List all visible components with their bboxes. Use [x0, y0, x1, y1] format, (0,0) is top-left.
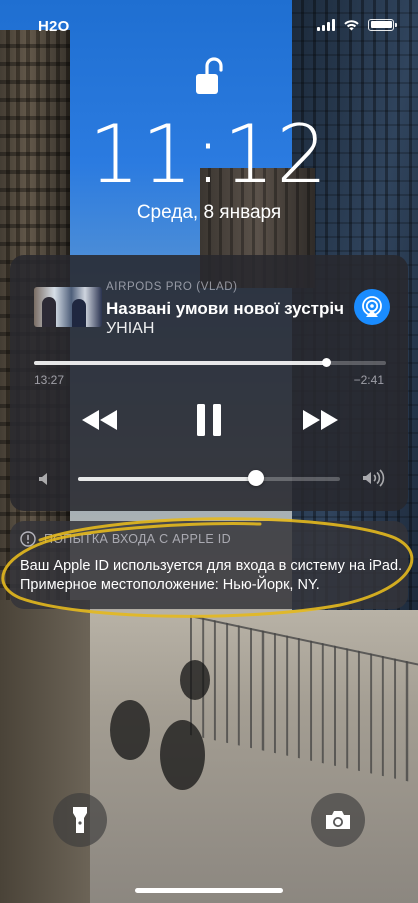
volume-level [78, 477, 257, 481]
notification-title: ПОПЫТКА ВХОДА С APPLE ID [44, 532, 231, 546]
notification-body: Ваш Apple ID используется для входа в си… [20, 558, 403, 593]
output-device-label: AIRPODS PRO (VLAD) [106, 281, 238, 293]
unlocked-padlock-icon [196, 57, 223, 94]
remaining-time: −2:41 [353, 373, 384, 387]
volume-high-icon [363, 469, 385, 487]
status-icons [317, 18, 397, 31]
battery-icon [368, 18, 397, 31]
clock-time: 11:12 [88, 108, 330, 201]
clock-date: Среда, 8 января [136, 202, 282, 223]
elapsed-time: 13:27 [34, 373, 65, 387]
lock-screen: H2O 11:12 Среда, 8 января AIRPODS PRO (V… [0, 0, 418, 903]
pedestrian-shadow [160, 720, 205, 790]
volume-handle[interactable] [248, 470, 265, 486]
scrubber-handle[interactable] [322, 358, 332, 367]
track-artist: УНІАН [106, 320, 155, 337]
fast-forward-button[interactable] [300, 403, 340, 437]
airplay-audio-button[interactable] [354, 289, 390, 325]
pause-icon [197, 404, 221, 436]
wifi-icon [344, 20, 359, 31]
camera-button[interactable] [311, 793, 365, 847]
scrubber-progress [34, 361, 327, 365]
pedestrian-shadow [180, 660, 210, 700]
volume-low-icon [39, 473, 47, 485]
carrier-label: H2O [38, 18, 70, 35]
info-circle-icon [20, 531, 36, 547]
rewind-button[interactable] [80, 403, 120, 437]
sidewalk [0, 600, 90, 903]
camera-icon [326, 811, 350, 829]
airplay-audio-icon [362, 296, 382, 317]
flashlight-icon [73, 807, 87, 833]
now-playing-widget[interactable]: AIRPODS PRO (VLAD) Названі умови нової з… [10, 255, 408, 511]
artwork-thumbnail[interactable] [34, 287, 102, 327]
rewind-icon [82, 410, 117, 430]
volume-slider[interactable] [78, 470, 340, 486]
status-bar: H2O [0, 14, 418, 38]
pedestrian-shadow [110, 700, 150, 760]
track-title: Названі умови нової зустріч [106, 299, 344, 318]
pause-button[interactable] [194, 403, 224, 437]
flashlight-button[interactable] [53, 793, 107, 847]
signal-icon [317, 18, 335, 31]
home-indicator[interactable] [135, 888, 283, 893]
apple-id-notification[interactable]: ПОПЫТКА ВХОДА С APPLE ID Ваш Apple ID ис… [10, 521, 408, 609]
playback-scrubber[interactable] [34, 358, 386, 367]
fast-forward-icon [303, 410, 338, 430]
